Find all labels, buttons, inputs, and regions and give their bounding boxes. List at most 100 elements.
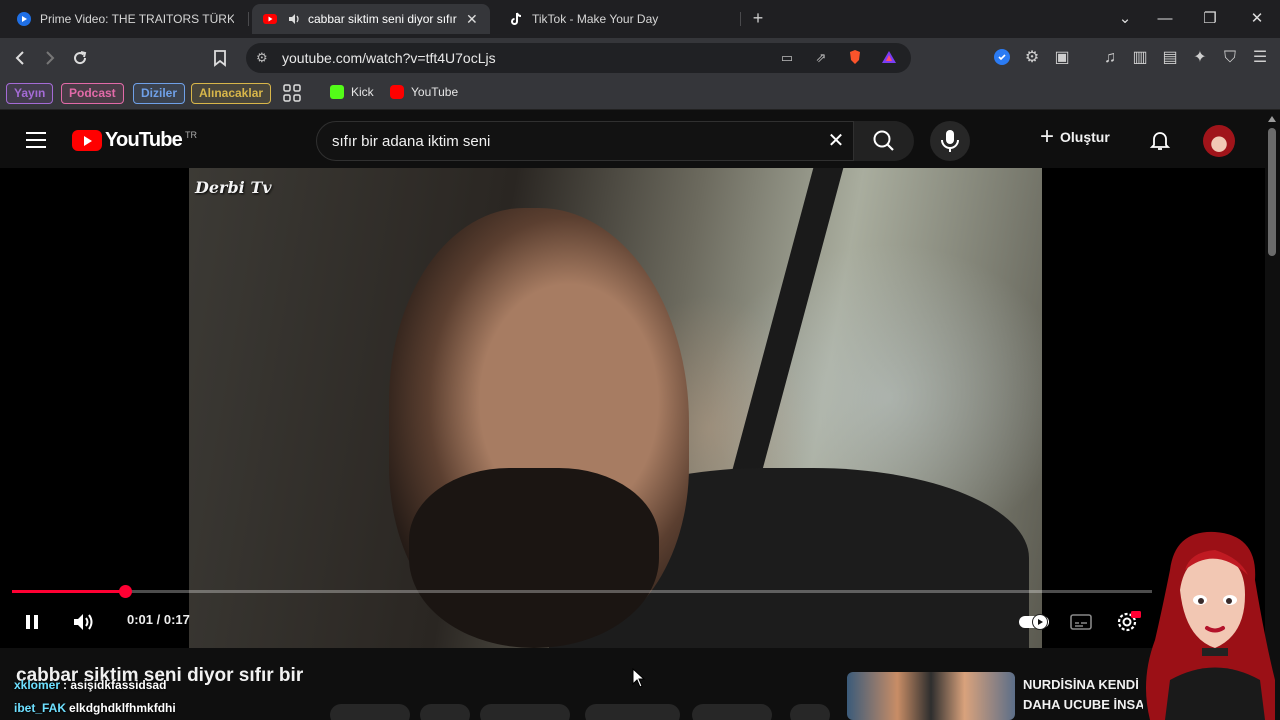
gear-icon xyxy=(1117,611,1141,632)
voice-search-button[interactable] xyxy=(930,121,970,161)
scroll-up-arrow-icon[interactable] xyxy=(1268,116,1276,122)
media-controls-icon[interactable]: ♫ xyxy=(1100,48,1120,68)
tab-title: TikTok - Make Your Day xyxy=(532,12,659,26)
minimize-button[interactable]: — xyxy=(1155,9,1175,29)
progress-scrubber[interactable] xyxy=(119,585,132,598)
youtube-header: YouTube TR sıfır bir adana iktim seni ✕ … xyxy=(0,112,1265,168)
browser-toolbar: ⚙ youtube.com/watch?v=tft4U7ocLjs ▭ ⇗ ⚙ … xyxy=(0,38,1280,78)
brave-rewards-icon[interactable] xyxy=(880,49,898,67)
bookmark-alinacaklar[interactable]: Alınacaklar xyxy=(191,83,272,104)
bookmark-youtube[interactable]: YouTube xyxy=(390,85,458,99)
close-window-button[interactable]: ✕ xyxy=(1247,9,1267,29)
vpn-shield-icon[interactable]: ⛉ xyxy=(1220,48,1240,68)
pause-button[interactable] xyxy=(18,608,46,636)
plus-icon: + xyxy=(1040,123,1055,150)
recommended-video-thumbnail[interactable] xyxy=(847,672,1015,720)
search-box[interactable]: sıfır bir adana iktim seni ✕ xyxy=(316,121,914,161)
chat-username: ibet_FAK xyxy=(14,701,67,715)
progress-played xyxy=(12,590,125,593)
wallet-icon[interactable]: ▤ xyxy=(1160,48,1180,68)
back-arrow-icon[interactable] xyxy=(10,48,30,68)
bookmark-icon[interactable] xyxy=(210,48,230,68)
close-tab-icon[interactable]: ✕ xyxy=(466,11,478,28)
tab-title: cabbar siktim seni diyor sıfır bir xyxy=(308,12,458,26)
tab-search-chevron-icon[interactable]: ⌄ xyxy=(1115,9,1135,29)
tab-title: Prime Video: THE TRAITORS TÜRKİYE xyxy=(40,12,234,26)
video-player[interactable]: Derbi Tv 0:01 / 0:17 xyxy=(0,168,1265,648)
video-frame[interactable]: Derbi Tv xyxy=(189,168,1042,648)
subtitles-button[interactable] xyxy=(1067,608,1095,636)
subtitles-icon xyxy=(1070,614,1092,630)
address-bar[interactable]: ⚙ youtube.com/watch?v=tft4U7ocLjs ▭ ⇗ xyxy=(246,43,911,73)
microphone-icon xyxy=(941,130,959,152)
scrollbar-thumb[interactable] xyxy=(1268,128,1276,256)
tab-prime-video[interactable]: Prime Video: THE TRAITORS TÜRKİYE xyxy=(6,4,244,34)
new-tab-button[interactable]: + xyxy=(748,8,768,28)
chat-message: xklomer: asişidkfassidsad xyxy=(14,678,166,692)
notifications-bell-icon[interactable] xyxy=(1148,128,1172,152)
share-icon[interactable]: ⇗ xyxy=(812,49,830,67)
forward-arrow-icon[interactable] xyxy=(40,48,60,68)
more-actions-button[interactable] xyxy=(790,704,830,720)
youtube-logo[interactable]: YouTube TR xyxy=(72,129,197,152)
youtube-icon xyxy=(262,11,278,27)
bookmark-diziler[interactable]: Diziler xyxy=(133,83,186,104)
download-button[interactable] xyxy=(692,704,772,720)
bookmark-kick[interactable]: Kick xyxy=(330,85,374,99)
account-avatar[interactable] xyxy=(1203,125,1235,157)
chat-username: xklomer xyxy=(14,678,61,692)
autoplay-toggle[interactable] xyxy=(1018,608,1050,636)
rec-title-line: NURDİSİNA KENDİ xyxy=(1023,677,1139,692)
streamer-avatar-overlay xyxy=(1146,531,1275,720)
youtube-play-icon xyxy=(72,130,102,151)
search-button[interactable] xyxy=(853,121,914,161)
leo-ai-icon[interactable]: ✦ xyxy=(1190,48,1210,68)
dislike-button[interactable] xyxy=(420,704,470,720)
bookmark-label: YouTube xyxy=(411,85,459,99)
youtube-icon xyxy=(390,85,404,99)
create-button[interactable]: + Oluştur xyxy=(1040,123,1110,150)
sidebar-icon[interactable]: ▥ xyxy=(1130,48,1150,68)
hamburger-menu-icon[interactable] xyxy=(26,132,46,148)
settings-button[interactable] xyxy=(1114,608,1142,636)
chat-text: : asişidkfassidsad xyxy=(63,678,167,692)
bookmark-podcast[interactable]: Podcast xyxy=(61,83,124,104)
url-text[interactable]: youtube.com/watch?v=tft4U7ocLjs xyxy=(282,50,496,66)
restore-button[interactable]: ❐ xyxy=(1200,9,1220,29)
bookmark-label: Kick xyxy=(351,85,374,99)
chat-message: ibet_FAK elkdghdklfhmkfdhi xyxy=(14,701,176,715)
pause-icon xyxy=(26,615,38,629)
cast-icon[interactable]: ▭ xyxy=(778,49,796,67)
screenshot-icon[interactable]: ▣ xyxy=(1052,48,1072,68)
search-input[interactable]: sıfır bir adana iktim seni xyxy=(332,133,490,150)
mouse-cursor-icon xyxy=(632,668,646,688)
time-display: 0:01 / 0:17 xyxy=(127,612,190,627)
extensions-puzzle-icon[interactable]: ⚙ xyxy=(1022,48,1042,68)
share-button[interactable] xyxy=(480,704,570,720)
video-watermark: Derbi Tv xyxy=(195,178,272,197)
brave-shields-icon[interactable] xyxy=(846,49,864,67)
extension-blue-icon[interactable] xyxy=(992,48,1012,68)
prime-video-icon xyxy=(16,11,32,27)
apps-grid-icon[interactable] xyxy=(282,84,302,104)
youtube-wordmark: YouTube xyxy=(105,129,183,151)
save-button[interactable] xyxy=(585,704,680,720)
recommended-video-title[interactable]: NURDİSİNA KENDİ DAHA UCUBE İNSA xyxy=(1023,675,1143,715)
volume-icon xyxy=(74,614,93,630)
menu-icon[interactable]: ☰ xyxy=(1250,48,1270,68)
tab-youtube-video[interactable]: cabbar siktim seni diyor sıfır bir ✕ xyxy=(252,4,490,34)
bookmark-yayin[interactable]: Yayın xyxy=(6,83,54,104)
bookmarks-bar: Yayın Podcast Diziler Alınacaklar Kick Y… xyxy=(0,78,1280,110)
create-label: Oluştur xyxy=(1060,129,1110,145)
reload-icon[interactable] xyxy=(70,48,90,68)
browser-tab-strip: Prime Video: THE TRAITORS TÜRKİYE cabbar… xyxy=(0,0,1280,38)
progress-bar[interactable] xyxy=(12,590,1152,593)
clear-search-icon[interactable]: ✕ xyxy=(825,130,847,152)
tab-tiktok[interactable]: TikTok - Make Your Day xyxy=(498,4,738,34)
mute-button[interactable] xyxy=(70,608,98,636)
chat-text: elkdghdklfhmkfdhi xyxy=(69,701,176,715)
site-info-icon[interactable]: ⚙ xyxy=(256,50,268,66)
like-button[interactable] xyxy=(330,704,410,720)
kick-icon xyxy=(330,85,344,99)
speaker-icon[interactable] xyxy=(286,11,302,27)
